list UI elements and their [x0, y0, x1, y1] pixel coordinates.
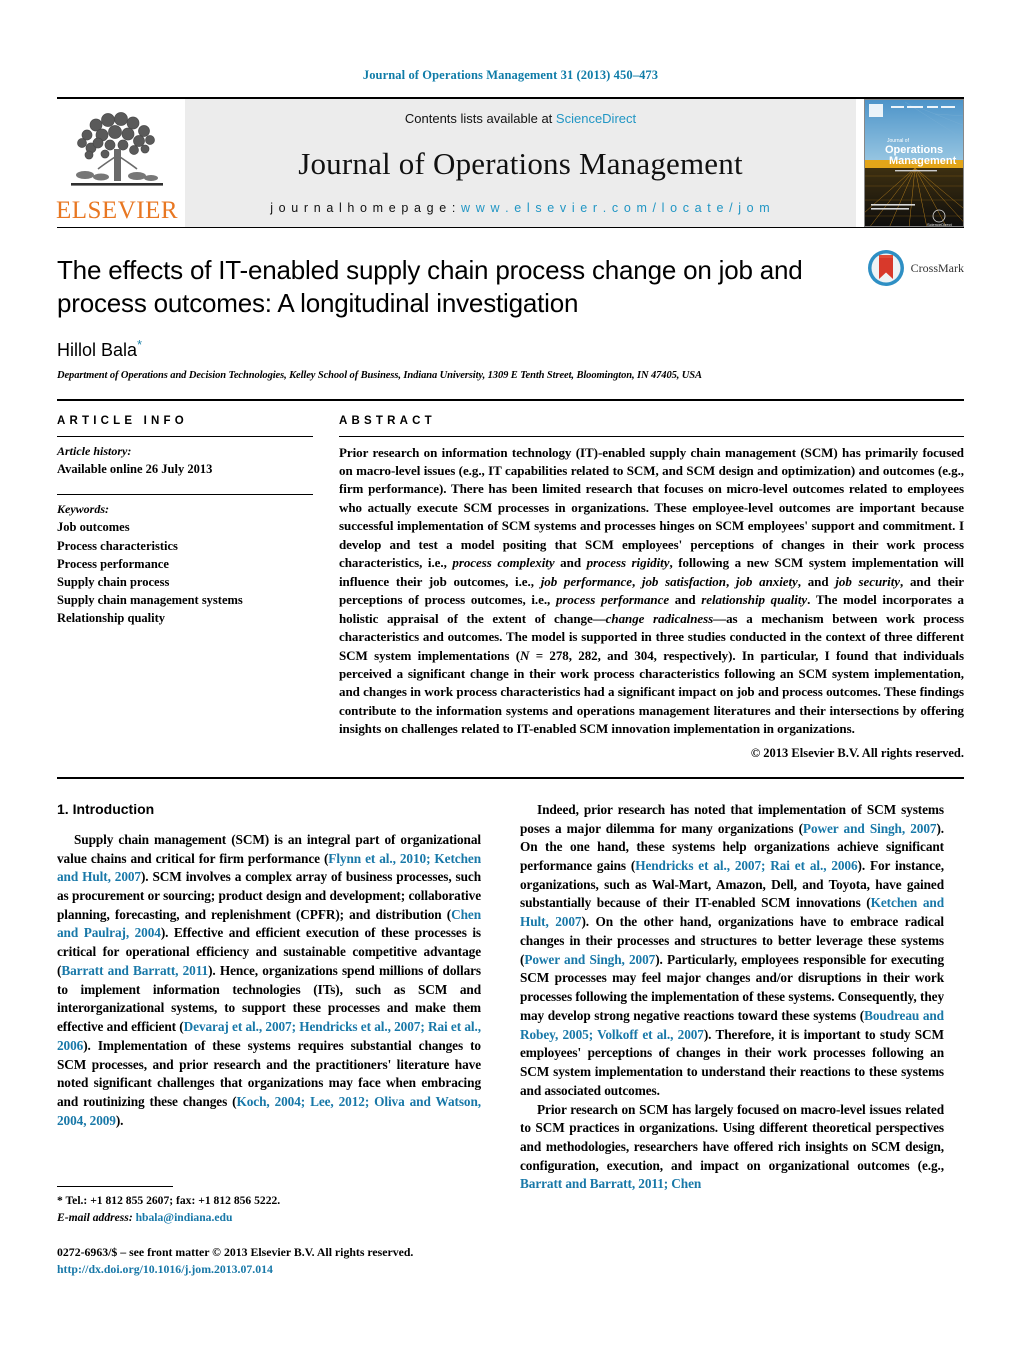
abstract-italic-7: process performance [555, 592, 670, 608]
intro-paragraph-right-1: Indeed, prior research has noted that im… [520, 801, 944, 1101]
cover-art: Journal of Operations Management Science… [865, 100, 963, 227]
section-heading-introduction: 1. Introduction [57, 800, 155, 817]
homepage-url[interactable]: w w w . e l s e v i e r . c o m / l o c … [461, 201, 771, 215]
keywords-rule [57, 494, 313, 496]
info-abstract-band: ARTICLE INFO Article history: Available … [57, 398, 964, 779]
article-page: Journal of Operations Management 31 (201… [0, 0, 1021, 1351]
article-info-heading: ARTICLE INFO [57, 414, 188, 427]
body-columns: 1. Introduction Supply chain management … [57, 801, 964, 1194]
issn-block: 0272-6963/$ – see front matter © 2013 El… [57, 1244, 481, 1279]
intro-paragraph-left: Supply chain management (SCM) is an inte… [57, 831, 481, 1131]
keyword-item: Process performance [57, 556, 169, 571]
journal-title: Journal of Operations Management [298, 145, 743, 181]
intro-paragraph-right-2: Prior research on SCM has largely focuse… [520, 1101, 944, 1195]
footnote-email: E-mail address: hbala@indiana.edu [57, 1209, 481, 1226]
intro-left-text-6: ). [115, 1112, 124, 1128]
body-column-left: 1. Introduction Supply chain management … [57, 801, 481, 1194]
author-affiliation: Department of Operations and Decision Te… [57, 369, 702, 381]
abstract-italic-6: job security [835, 573, 901, 589]
footnote-tel-text: Tel.: +1 812 855 2607; fax: +1 812 856 5… [65, 1193, 281, 1207]
abstract-italic-4: job satisfaction [641, 573, 726, 589]
abstract-rule [339, 435, 964, 437]
abstract-text-1: Prior research on information technology… [339, 444, 964, 571]
abstract-italic-5: job anxiety [735, 573, 798, 589]
svg-text:Management: Management [889, 155, 957, 167]
abstract-italic-2: process rigidity [586, 555, 670, 571]
journal-masthead: ELSEVIER Contents lists available at Sci… [55, 97, 964, 227]
elsevier-logo: ELSEVIER [55, 99, 179, 227]
keyword-item: Job outcomes [57, 520, 130, 535]
abstract-text-6: , and [797, 573, 836, 589]
abstract-italic-10: N [520, 647, 530, 663]
author-footnote-marker: * [137, 336, 143, 352]
body-column-right: Indeed, prior research has noted that im… [520, 801, 944, 1194]
contents-prefix: Contents lists available at [404, 111, 553, 126]
keyword-item: Process characteristics [57, 538, 178, 553]
abstract-text-4: , [631, 573, 642, 589]
contents-list-line: Contents lists available at ScienceDirec… [405, 111, 636, 126]
citation-link[interactable]: Hendricks et al., 2007; Rai et al., 2006 [635, 858, 857, 873]
abstract-column: ABSTRACT Prior research on information t… [329, 415, 964, 761]
keywords-label: Keywords: [57, 502, 109, 517]
title-block: The effects of IT-enabled supply chain p… [57, 228, 964, 381]
page-title: The effects of IT-enabled supply chain p… [57, 255, 803, 319]
abstract-copyright: © 2013 Elsevier B.V. All rights reserved… [750, 745, 964, 760]
elsevier-tree-icon [71, 112, 163, 186]
abstract-italic-9: change radicalness [605, 610, 714, 626]
article-info-rule [57, 435, 313, 437]
crossmark-icon [867, 250, 904, 286]
keyword-item: Supply chain process [57, 574, 170, 589]
article-history-label: Article history: [57, 443, 132, 458]
journal-cover-thumbnail: Journal of Operations Management Science… [864, 99, 964, 227]
keyword-item: Supply chain management systems [57, 592, 243, 607]
abstract-body: Prior research on information technology… [339, 444, 964, 739]
email-link[interactable]: hbala@indiana.edu [136, 1211, 233, 1224]
citation-link[interactable]: Barratt and Barratt, 2011; Chen [520, 1176, 701, 1191]
abstract-italic-8: relationship quality [701, 592, 808, 608]
doi-link[interactable]: http://dx.doi.org/10.1016/j.jom.2013.07.… [57, 1261, 481, 1279]
article-info-column: ARTICLE INFO Article history: Available … [57, 415, 329, 761]
svg-text:ScienceDirect: ScienceDirect [927, 222, 953, 227]
abstract-italic-1: process complexity [452, 555, 555, 571]
issn-line: 0272-6963/$ – see front matter © 2013 El… [57, 1244, 414, 1259]
intro-right2-text-1: Prior research on SCM has largely focuse… [520, 1101, 944, 1173]
keyword-item: Relationship quality [57, 611, 166, 626]
citation-link[interactable]: Barratt and Barratt, 2011 [61, 963, 208, 978]
sciencedirect-link[interactable]: ScienceDirect [556, 111, 636, 126]
author-line: Hillol Bala* [57, 337, 964, 361]
abstract-text-2: and [554, 555, 587, 571]
running-head: Journal of Operations Management 31 (201… [362, 68, 659, 82]
citation-link[interactable]: Power and Singh, 2007 [524, 952, 655, 967]
author-name: Hillol Bala [57, 339, 138, 360]
citation-link[interactable]: Power and Singh, 2007 [803, 821, 937, 836]
abstract-text-5: , [725, 573, 736, 589]
footnote-email-label: E-mail address: [57, 1211, 133, 1225]
crossmark-label: CrossMark [910, 260, 964, 275]
journal-homepage-line: j o u r n a l h o m e p a g e : w w w . … [270, 201, 771, 215]
footnote-marker: * [57, 1193, 63, 1207]
abstract-italic-3: job performance [540, 573, 632, 589]
abstract-text-8: and [669, 592, 702, 608]
crossmark-badge[interactable]: CrossMark [866, 248, 964, 288]
elsevier-wordmark: ELSEVIER [55, 197, 179, 224]
abstract-heading: ABSTRACT [339, 414, 436, 427]
footnote-tel: * Tel.: +1 812 855 2607; fax: +1 812 856… [57, 1192, 481, 1209]
footnote-rule [57, 1185, 173, 1187]
article-history-group: Article history: Available online 26 Jul… [57, 443, 313, 479]
homepage-label: j o u r n a l h o m e p a g e : [270, 201, 457, 215]
footnote-block: * Tel.: +1 812 855 2607; fax: +1 812 856… [57, 1185, 481, 1279]
sciencedirect-banner: Contents lists available at ScienceDirec… [185, 99, 856, 227]
keywords-group: Keywords: Job outcomes Process character… [57, 501, 313, 627]
article-history-value: Available online 26 July 2013 [57, 461, 213, 476]
